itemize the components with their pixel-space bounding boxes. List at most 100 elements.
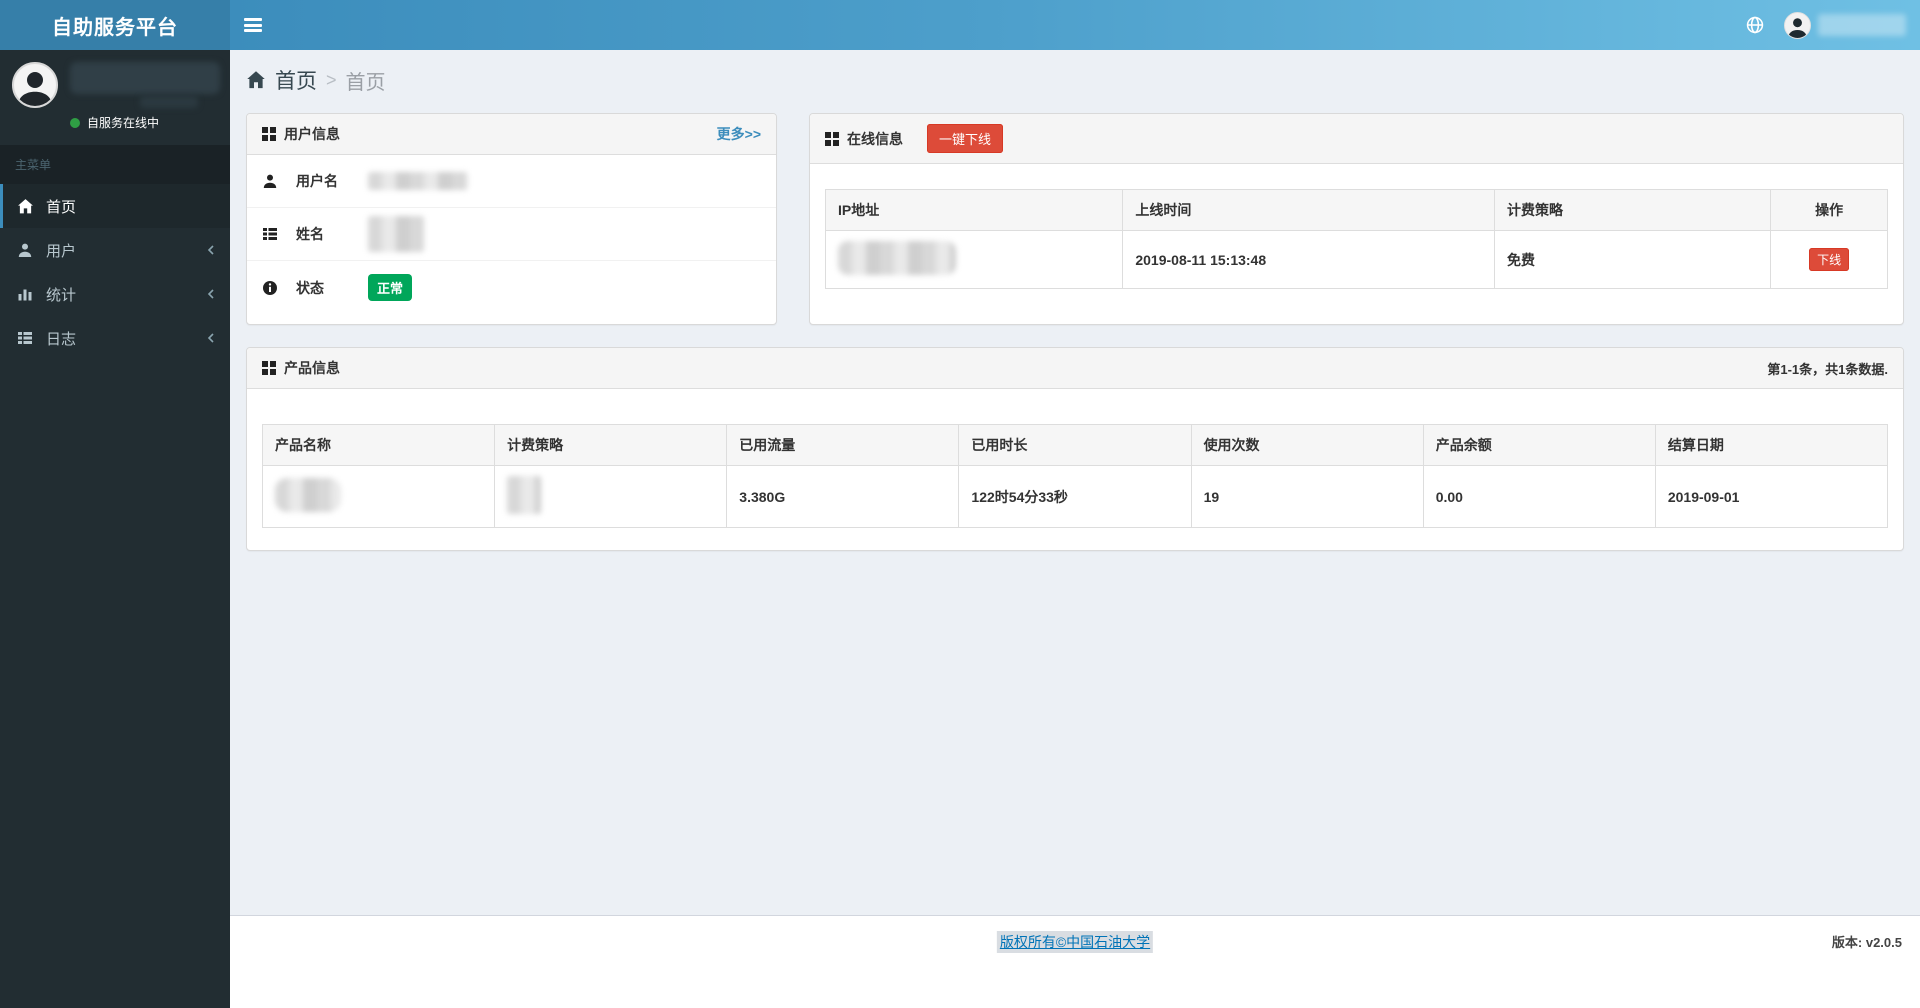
sidebar-item-statistics[interactable]: 统计: [0, 272, 230, 316]
redacted-strategy: [507, 476, 541, 514]
strategy-cell: [495, 466, 727, 528]
online-table: IP地址 上线时间 计费策略 操作: [825, 189, 1888, 289]
field-label: 状态: [296, 278, 368, 298]
online-status-label: 自服务在线中: [87, 114, 159, 131]
column-header: 已用流量: [727, 425, 959, 466]
breadcrumb-separator: >: [326, 70, 337, 91]
user-icon: [15, 242, 35, 258]
sidebar: 自服务在线中 主菜单 首页 用户: [0, 50, 230, 1008]
user-info-row-name: 姓名: [247, 208, 776, 261]
sidebar-item-label: 用户: [46, 240, 76, 261]
panel-title: 用户信息: [284, 124, 340, 144]
status-badge: 正常: [368, 274, 412, 301]
user-info-row-username: 用户名: [247, 155, 776, 208]
sidebar-item-label: 统计: [46, 284, 76, 305]
table-row: 2019-08-11 15:13:48 免费 下线: [826, 231, 1888, 289]
sidebar-user-panel: 自服务在线中: [0, 50, 230, 145]
sidebar-item-label: 首页: [46, 196, 76, 217]
use-count-cell: 19: [1191, 466, 1423, 528]
column-header: 已用时长: [959, 425, 1191, 466]
product-name-cell: [263, 466, 495, 528]
breadcrumb-current: 首页: [346, 66, 386, 95]
redacted-ip-value: [838, 241, 956, 275]
info-circle-icon: [262, 280, 282, 296]
redacted-product-name: [275, 478, 341, 512]
column-header: 使用次数: [1191, 425, 1423, 466]
home-icon: [246, 70, 266, 90]
table-header-row: 产品名称 计费策略 已用流量 已用时长 使用次数 产品余额 结算日期: [263, 425, 1888, 466]
th-large-icon: [262, 361, 276, 375]
breadcrumb: 首页 > 首页: [230, 50, 1920, 109]
sidebar-item-logs[interactable]: 日志: [0, 316, 230, 360]
user-info-panel-header: 用户信息 更多>>: [247, 114, 776, 155]
column-header: 操作: [1771, 190, 1888, 231]
product-table: 产品名称 计费策略 已用流量 已用时长 使用次数 产品余额 结算日期: [262, 424, 1888, 528]
th-large-icon: [825, 132, 839, 146]
user-info-row-status: 状态 正常: [247, 261, 776, 314]
pagination-info: 第1-1条，共1条数据.: [1767, 359, 1888, 378]
sidebar-toggle-icon[interactable]: [244, 18, 262, 32]
sidebar-avatar: [12, 62, 58, 108]
action-cell: 下线: [1771, 231, 1888, 289]
ip-cell: [826, 231, 1123, 289]
footer: 版权所有©中国石油大学 版本: v2.0.5: [230, 915, 1920, 1008]
app-logo[interactable]: 自助服务平台: [0, 0, 230, 50]
column-header: IP地址: [826, 190, 1123, 231]
field-label: 用户名: [296, 171, 368, 191]
panel-title: 在线信息: [847, 129, 903, 149]
copyright-link[interactable]: 版权所有©中国石油大学: [997, 931, 1153, 953]
settle-date-cell: 2019-09-01: [1655, 466, 1887, 528]
globe-icon[interactable]: [1746, 16, 1764, 34]
redacted-sidebar-username: [70, 62, 220, 94]
user-info-panel: 用户信息 更多>> 用户名: [246, 113, 777, 325]
sidebar-item-home[interactable]: 首页: [0, 184, 230, 228]
user-icon: [262, 173, 282, 189]
sidebar-item-users[interactable]: 用户: [0, 228, 230, 272]
online-info-panel: 在线信息 一键下线 IP地址 上线时间 计费策略 操作: [809, 113, 1904, 325]
used-flow-cell: 3.380G: [727, 466, 959, 528]
version-label: 版本: v2.0.5: [1832, 932, 1902, 951]
online-info-panel-header: 在线信息 一键下线: [810, 114, 1903, 164]
redacted-sidebar-username-2: [140, 96, 198, 108]
sidebar-section-label: 主菜单: [0, 145, 230, 184]
product-info-panel: 产品信息 第1-1条，共1条数据. 产品名称 计费策略 已用流量 已用时长 使用…: [246, 347, 1904, 551]
th-large-icon: [262, 127, 276, 141]
chevron-left-icon: [205, 288, 217, 300]
redacted-navbar-username: [1818, 14, 1906, 36]
column-header: 产品余额: [1423, 425, 1655, 466]
navbar-right: [1746, 12, 1906, 39]
offline-all-button[interactable]: 一键下线: [927, 124, 1003, 153]
balance-cell: 0.00: [1423, 466, 1655, 528]
online-time-cell: 2019-08-11 15:13:48: [1123, 231, 1495, 289]
online-status: 自服务在线中: [70, 114, 220, 131]
list-icon: [262, 226, 282, 242]
home-icon: [15, 198, 35, 215]
column-header: 计费策略: [495, 425, 727, 466]
column-header: 结算日期: [1655, 425, 1887, 466]
column-header: 计费策略: [1495, 190, 1771, 231]
offline-button[interactable]: 下线: [1809, 248, 1849, 271]
column-header: 产品名称: [263, 425, 495, 466]
navbar: [230, 0, 1920, 50]
chevron-left-icon: [205, 332, 217, 344]
table-row: 3.380G 122时54分33秒 19 0.00 2019-09-01: [263, 466, 1888, 528]
bar-chart-icon: [15, 286, 35, 302]
redacted-name-value: [368, 216, 424, 252]
sidebar-item-label: 日志: [46, 328, 76, 349]
chevron-left-icon: [205, 244, 217, 256]
breadcrumb-root[interactable]: 首页: [275, 65, 317, 95]
column-header: 上线时间: [1123, 190, 1495, 231]
list-icon: [15, 330, 35, 346]
table-header-row: IP地址 上线时间 计费策略 操作: [826, 190, 1888, 231]
redacted-username-value: [368, 172, 468, 190]
more-link[interactable]: 更多>>: [717, 124, 761, 144]
user-avatar: [1784, 12, 1811, 39]
used-time-cell: 122时54分33秒: [959, 466, 1191, 528]
panel-title: 产品信息: [284, 358, 340, 378]
online-status-dot: [70, 118, 80, 128]
product-info-panel-header: 产品信息 第1-1条，共1条数据.: [247, 348, 1903, 389]
navbar-user-menu[interactable]: [1784, 12, 1906, 39]
top-bar: 自助服务平台: [0, 0, 1920, 50]
field-label: 姓名: [296, 224, 368, 244]
strategy-cell: 免费: [1495, 231, 1771, 289]
